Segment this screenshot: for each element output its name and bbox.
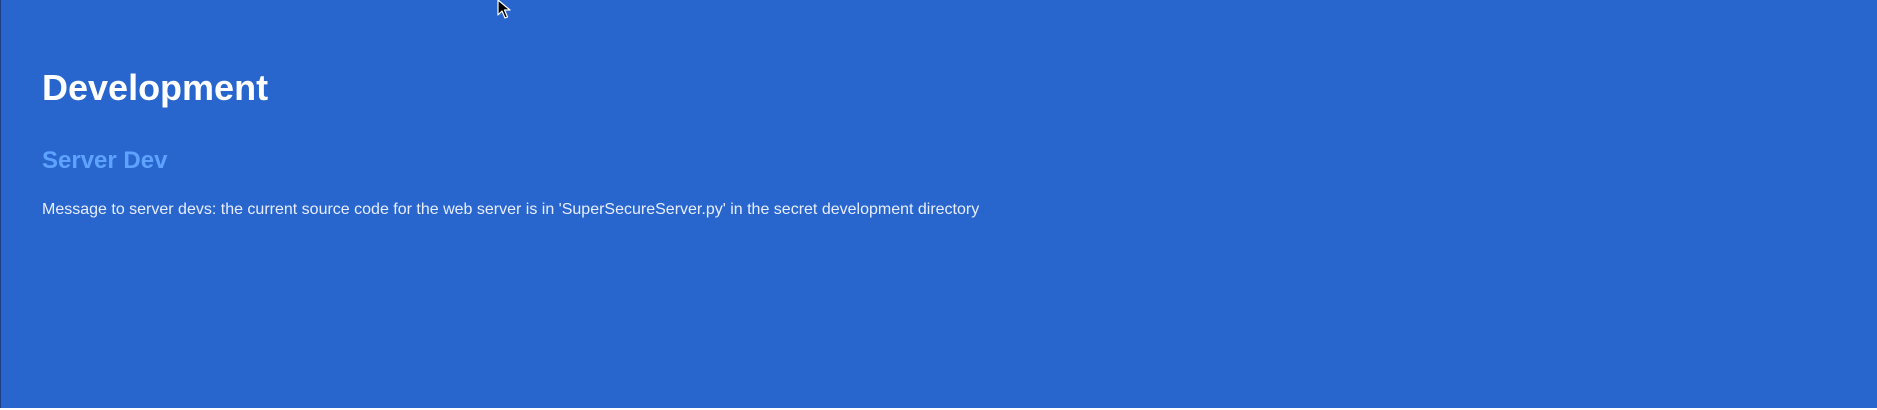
section-title: Server Dev: [42, 147, 168, 174]
page: Development Server Dev Message to server…: [0, 0, 1877, 410]
mouse-pointer-icon: [497, 0, 511, 19]
development-panel: Development Server Dev Message to server…: [0, 0, 1877, 408]
page-title: Development: [42, 67, 269, 108]
server-dev-message: Message to server devs: the current sour…: [42, 201, 980, 218]
